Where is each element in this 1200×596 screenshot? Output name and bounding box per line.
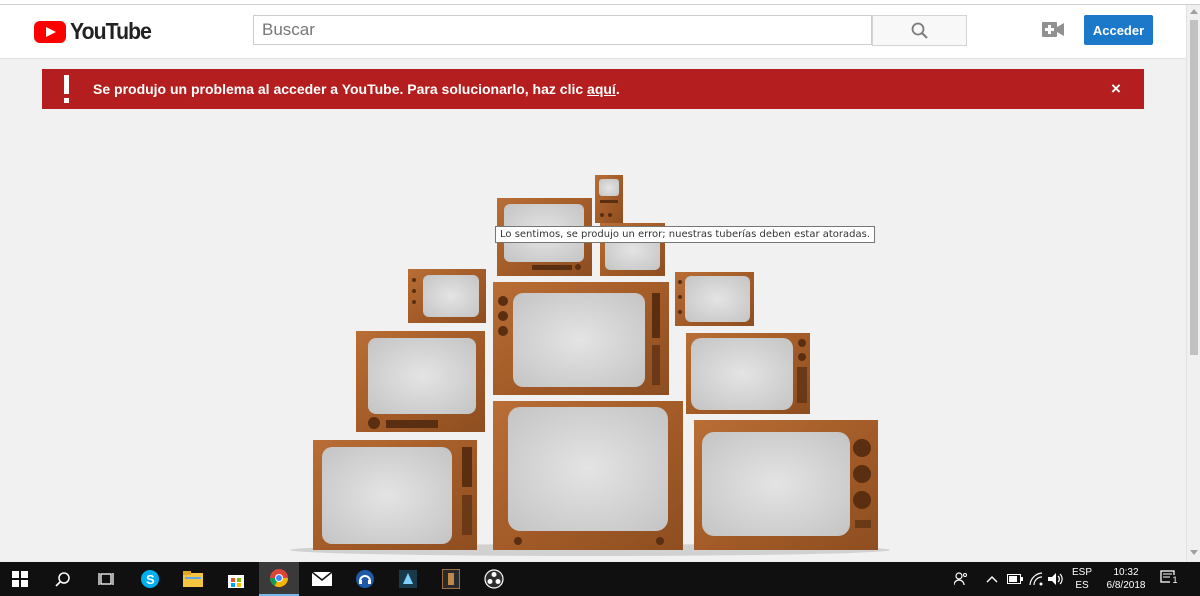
search-button[interactable] xyxy=(872,15,967,46)
youtube-play-icon xyxy=(34,20,66,43)
windows-start-icon[interactable] xyxy=(0,562,40,596)
tv-left-small xyxy=(408,269,486,323)
wifi-icon[interactable] xyxy=(1029,572,1043,586)
alert-message-suffix: . xyxy=(615,81,620,97)
show-hidden-icons-chevron-icon[interactable] xyxy=(986,575,998,583)
language-bottom: ES xyxy=(1075,580,1089,591)
broken-tvs-illustration xyxy=(290,175,890,556)
error-alert-banner: Se produjo un problema al acceder a YouT… xyxy=(42,69,1144,109)
tv-right-small xyxy=(675,272,754,326)
input-language-indicator[interactable]: ESP ES xyxy=(1069,566,1095,592)
tv-bottom-left xyxy=(313,440,477,550)
windows-taskbar: S ESP ES 10:32 6/8/2018 1 xyxy=(0,562,1200,596)
alert-close-button[interactable]: × xyxy=(1111,79,1121,99)
scroll-down-arrow-icon[interactable] xyxy=(1190,550,1198,555)
video-app-icon[interactable] xyxy=(431,562,471,596)
clock-date: 6/8/2018 xyxy=(1106,580,1146,591)
tv-bottom-right xyxy=(694,420,878,550)
language-top: ESP xyxy=(1071,567,1092,578)
exclamation-icon xyxy=(64,75,69,103)
task-view-icon[interactable] xyxy=(86,562,126,596)
search-icon xyxy=(911,22,928,39)
search-input[interactable] xyxy=(253,15,872,45)
signin-button[interactable]: Acceder xyxy=(1084,15,1153,45)
chrome-icon[interactable] xyxy=(259,562,299,596)
people-icon[interactable] xyxy=(954,572,968,586)
action-center-button[interactable]: 1 xyxy=(1160,570,1180,586)
scrollbar-thumb[interactable] xyxy=(1190,20,1198,355)
file-explorer-icon[interactable] xyxy=(173,562,213,596)
alert-message-text: Se produjo un problema al acceder a YouT… xyxy=(93,81,588,97)
battery-icon[interactable] xyxy=(1007,574,1023,584)
tv-tiny xyxy=(595,175,623,223)
store-icon[interactable] xyxy=(216,562,256,596)
headset-app-icon[interactable] xyxy=(345,562,385,596)
mail-icon[interactable] xyxy=(302,562,342,596)
error-tooltip: Lo sentimos, se produjo un error; nuestr… xyxy=(495,226,876,243)
svg-text:S: S xyxy=(146,572,155,587)
tv-bottom-center xyxy=(493,401,683,550)
app-icon[interactable] xyxy=(388,562,428,596)
skype-icon[interactable]: S xyxy=(130,562,170,596)
youtube-logo[interactable]: YouTube xyxy=(34,18,158,45)
masthead: YouTube Acceder xyxy=(0,5,1186,59)
alert-message: Se produjo un problema al acceder a YouT… xyxy=(93,81,620,97)
logo-text: YouTube xyxy=(70,18,152,44)
tv-center xyxy=(493,282,669,395)
clock[interactable]: 10:32 6/8/2018 xyxy=(1101,566,1151,592)
search-icon[interactable] xyxy=(43,562,83,596)
tv-right-mid xyxy=(686,333,810,414)
obs-icon[interactable] xyxy=(474,562,514,596)
volume-icon[interactable] xyxy=(1048,572,1064,586)
alert-help-link[interactable]: aquí xyxy=(587,81,616,97)
clock-time: 10:32 xyxy=(1113,567,1139,578)
tv-left-mid xyxy=(356,331,485,432)
page-scrollbar[interactable] xyxy=(1186,5,1200,562)
notification-count: 1 xyxy=(1170,575,1180,586)
scroll-up-arrow-icon[interactable] xyxy=(1190,9,1198,14)
video-camera-plus-icon[interactable] xyxy=(1042,22,1064,37)
